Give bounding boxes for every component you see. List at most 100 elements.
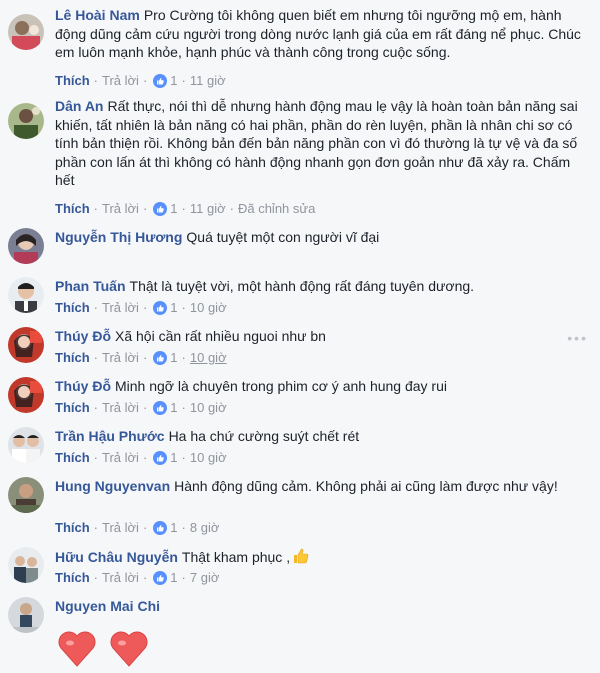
comment-body: Lê Hoài Nam Pro Cường tôi không quen biết… [55, 6, 592, 62]
like-count-icon [153, 74, 168, 88]
comment-time[interactable]: 11 giờ [190, 201, 226, 216]
comment-text: Thật là tuyệt vời, một hành động rất đán… [129, 278, 475, 294]
comment-time[interactable]: 10 giờ [190, 300, 227, 315]
like-count-icon [153, 401, 168, 415]
reply-button[interactable]: Trả lời [102, 520, 139, 535]
reply-button[interactable]: Trả lời [102, 300, 139, 315]
like-count-icon [153, 301, 168, 315]
like-button[interactable]: Thích [55, 400, 90, 415]
avatar[interactable] [8, 228, 44, 264]
comment-author[interactable]: Thúy Đỗ [55, 378, 111, 394]
like-count-icon [153, 521, 168, 535]
comment-author[interactable]: Dân An [55, 98, 103, 114]
comment-author[interactable]: Nguyen Mai Chi [55, 598, 160, 614]
comment-item: Hữu Châu Nguyễn Thật kham phục , Thích · Tr… [8, 547, 592, 589]
comment-author[interactable]: Phan Tuấn [55, 278, 126, 294]
comment-actions: Thích · Trả lời · 1 · 11 giờ [55, 73, 226, 88]
comment-author[interactable]: Lê Hoài Nam [55, 7, 140, 23]
comment-body: Hữu Châu Nguyễn Thật kham phục , [55, 547, 592, 570]
avatar[interactable] [8, 377, 44, 413]
comment-time[interactable]: 8 giờ [190, 520, 220, 535]
avatar[interactable] [8, 477, 44, 513]
like-count[interactable]: 1 [170, 350, 177, 365]
comment-body: Thúy Đỗ Xã hội cần rất nhiều nguoi như bn [55, 327, 592, 346]
avatar[interactable] [8, 427, 44, 463]
comment-author[interactable]: Hung Nguyenvan [55, 478, 170, 494]
comment-time[interactable]: 10 giờ [190, 400, 227, 415]
avatar[interactable] [8, 277, 44, 313]
comment-actions: Thích · Trả lời · 1 · 10 giờ [55, 300, 227, 315]
comment-body: Nguyễn Thị Hương Quá tuyệt một con người … [55, 228, 592, 247]
like-count[interactable]: 1 [170, 300, 177, 315]
like-count[interactable]: 1 [170, 201, 177, 216]
comment-item: Phan Tuấn Thật là tuyệt vời, một hành độn… [8, 277, 592, 319]
comment-text: Thật kham phục , [181, 549, 291, 565]
comment-item: Thúy Đỗ Xã hội cần rất nhiều nguoi như bn… [8, 327, 592, 369]
avatar[interactable] [8, 103, 44, 139]
comment-actions: Thích · Trả lời · 1 · 11 giờ · Đã chỉnh sửa [55, 201, 316, 216]
comment-body: Dân An Rất thực, nói thì dễ nhưng hành độ… [55, 97, 592, 190]
comment-author[interactable]: Hữu Châu Nguyễn [55, 549, 178, 565]
avatar[interactable] [8, 327, 44, 363]
like-button[interactable]: Thích [55, 570, 90, 585]
comment-body: Nguyen Mai Chi [55, 597, 592, 616]
comment-author[interactable]: Nguyễn Thị Hương [55, 229, 182, 245]
like-count[interactable]: 1 [170, 73, 177, 88]
comment-author[interactable]: Trần Hậu Phước [55, 428, 165, 444]
comment-text-block: Trần Hậu Phước Ha ha chứ cường suýt chết … [55, 427, 592, 446]
comment-body: Trần Hậu Phước Ha ha chứ cường suýt chết … [55, 427, 592, 446]
reply-button[interactable]: Trả lời [102, 570, 139, 585]
comment-item: Hung Nguyenvan Hành động dũng cảm. Không … [8, 477, 592, 539]
like-count[interactable]: 1 [170, 400, 177, 415]
comment-body: Hung Nguyenvan Hành động dũng cảm. Không … [55, 477, 592, 496]
like-button[interactable]: Thích [55, 73, 90, 88]
comment-text-block: Thúy Đỗ Minh ngỡ là chuyên trong phim cơ … [55, 377, 592, 396]
comment-time[interactable]: 7 giờ [190, 570, 220, 585]
comment-text-block: Hung Nguyenvan Hành động dũng cảm. Không … [55, 477, 592, 496]
comment-text-block: Nguyen Mai Chi [55, 597, 592, 616]
reply-button[interactable]: Trả lời [102, 73, 139, 88]
comment-item: Dân An Rất thực, nói thì dễ nhưng hành độ… [8, 97, 592, 221]
comment-time[interactable]: 10 giờ [190, 450, 227, 465]
like-count[interactable]: 1 [170, 570, 177, 585]
reply-button[interactable]: Trả lời [102, 201, 139, 216]
comment-text-block: Thúy Đỗ Xã hội cần rất nhiều nguoi như bn [55, 327, 592, 346]
avatar[interactable] [8, 14, 44, 50]
comment-actions: Thích · Trả lời · 1 · 7 giờ [55, 570, 220, 585]
like-count[interactable]: 1 [170, 450, 177, 465]
thumbs-up-icon [292, 547, 310, 570]
heart-emoji-icon [55, 626, 99, 670]
comment-text: Xã hội cần rất nhiều nguoi như bn [115, 328, 326, 344]
reply-button[interactable]: Trả lời [102, 350, 139, 365]
comment-body: Thúy Đỗ Minh ngỡ là chuyên trong phim cơ … [55, 377, 592, 396]
comment-item: Nguyễn Thị Hương Quá tuyệt một con người … [8, 228, 592, 268]
avatar[interactable] [8, 597, 44, 633]
avatar[interactable] [8, 547, 44, 583]
like-count-icon [153, 451, 168, 465]
comment-actions: Thích · Trả lời · 1 · 10 giờ [55, 400, 227, 415]
heart-emoji-icon [107, 626, 151, 670]
comment-actions: Thích · Trả lời · 1 · 10 giờ [55, 450, 227, 465]
like-button[interactable]: Thích [55, 450, 90, 465]
comment-actions: Thích · Trả lời · 1 · 10 giờ [55, 350, 227, 365]
like-button[interactable]: Thích [55, 520, 90, 535]
like-count-icon [153, 571, 168, 585]
reply-button[interactable]: Trả lời [102, 450, 139, 465]
like-count[interactable]: 1 [170, 520, 177, 535]
comment-text: Ha ha chứ cường suýt chết rét [168, 428, 360, 444]
more-options-icon[interactable]: ••• [567, 330, 588, 346]
comment-time[interactable]: 10 giờ [190, 350, 227, 365]
comment-body: Phan Tuấn Thật là tuyệt vời, một hành độn… [55, 277, 592, 296]
edited-label[interactable]: Đã chỉnh sửa [238, 201, 315, 216]
like-count-icon [153, 202, 168, 216]
reply-button[interactable]: Trả lời [102, 400, 139, 415]
comment-text-block: Dân An Rất thực, nói thì dễ nhưng hành độ… [55, 97, 592, 190]
comment-author[interactable]: Thúy Đỗ [55, 328, 111, 344]
like-button[interactable]: Thích [55, 300, 90, 315]
comment-item: Trần Hậu Phước Ha ha chứ cường suýt chết … [8, 427, 592, 469]
comment-actions: Thích · Trả lời · 1 · 8 giờ [55, 520, 220, 535]
like-button[interactable]: Thích [55, 201, 90, 216]
like-button[interactable]: Thích [55, 350, 90, 365]
comment-time[interactable]: 11 giờ [190, 73, 226, 88]
comment-text: Rất thực, nói thì dễ nhưng hành động mau… [55, 98, 578, 188]
